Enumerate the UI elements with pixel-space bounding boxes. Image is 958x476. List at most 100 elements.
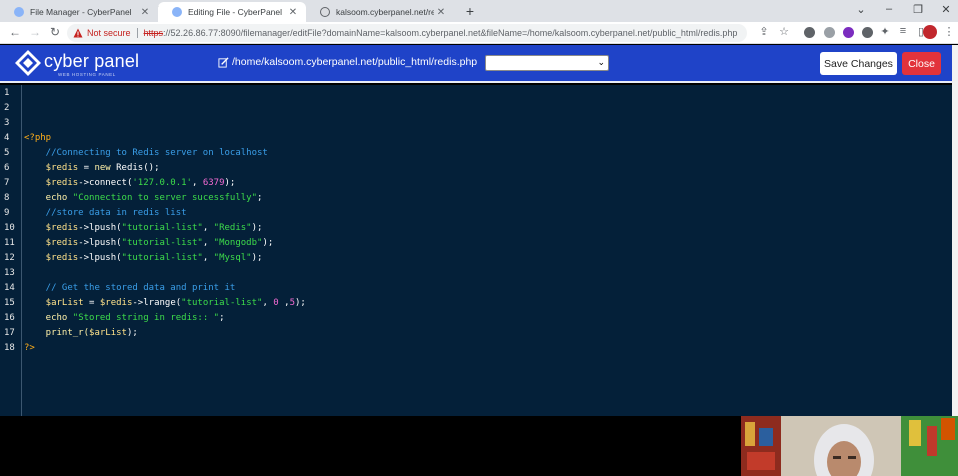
- cyberpanel-logo-icon: [15, 50, 41, 76]
- browser-toolbar: ← → ↻ Not secure https://52.26.86.77:809…: [0, 22, 958, 44]
- code-line[interactable]: 13: [0, 266, 940, 281]
- code-token: $redis: [24, 253, 79, 263]
- code-text: print_r($arList);: [24, 326, 138, 341]
- camera-extension-icon[interactable]: [804, 27, 815, 38]
- tab-close-icon[interactable]: ✕: [138, 7, 152, 18]
- save-changes-button[interactable]: Save Changes: [820, 52, 897, 75]
- editor-mode-select[interactable]: ⌄: [485, 55, 609, 71]
- minimize-icon[interactable]: –: [882, 3, 896, 15]
- code-editor[interactable]: 1 2 3 4 <?php 5 //Connecting to Redis server …: [0, 85, 952, 416]
- code-line[interactable]: 8 echo "Connection to server sucessfully…: [0, 191, 940, 206]
- page-scrollbar-track[interactable]: [952, 45, 958, 416]
- menu-kebab-icon[interactable]: ⋮: [942, 25, 956, 38]
- edit-icon: [218, 56, 229, 68]
- profile-avatar[interactable]: [923, 25, 937, 39]
- code-token: echo: [24, 313, 73, 323]
- line-number: 10: [4, 223, 15, 233]
- tab-title: Editing File - CyberPanel: [188, 7, 283, 17]
- extension-icon[interactable]: [824, 27, 835, 38]
- code-token: ->lpush(: [78, 223, 122, 233]
- new-tab-button[interactable]: +: [463, 3, 477, 19]
- share-icon[interactable]: ⇪: [757, 25, 771, 38]
- tab-favicon-icon: [172, 7, 182, 17]
- line-number: 17: [4, 328, 15, 338]
- code-text: ?>: [24, 341, 35, 356]
- chevron-down-icon: ⌄: [597, 57, 605, 67]
- code-text: $redis->lpush("tutorial-list", "Redis");: [24, 221, 263, 236]
- code-line[interactable]: 10 $redis->lpush("tutorial-list", "Redis…: [0, 221, 940, 236]
- code-token: ->connect(: [78, 178, 133, 188]
- tab-favicon-icon: [14, 7, 24, 17]
- code-token: print_r(: [24, 328, 90, 338]
- window-close-icon[interactable]: ✕: [939, 3, 953, 16]
- code-line[interactable]: 2: [0, 101, 940, 116]
- line-number: 2: [4, 103, 10, 113]
- browser-tab-strip: File Manager - CyberPanel ✕ Editing File…: [0, 0, 958, 22]
- code-token: $redis: [24, 163, 79, 173]
- code-line[interactable]: 15 $arList = $redis->lrange("tutorial-li…: [0, 296, 940, 311]
- code-line[interactable]: 12 $redis->lpush("tutorial-list", "Mysql…: [0, 251, 940, 266]
- warning-triangle-icon: [73, 28, 83, 38]
- code-token: =: [78, 163, 95, 173]
- tab-search-chevron-icon[interactable]: ⌄: [854, 3, 868, 16]
- url-protocol: https: [143, 28, 164, 38]
- code-line[interactable]: 17 print_r($arList);: [0, 326, 940, 341]
- bookmark-star-icon[interactable]: ☆: [777, 25, 791, 38]
- reading-list-icon[interactable]: ≡: [896, 25, 910, 37]
- code-line[interactable]: 3: [0, 116, 940, 131]
- code-token: "tutorial-list": [121, 223, 203, 233]
- code-line[interactable]: 14 // Get the stored data and print it: [0, 281, 940, 296]
- code-token: ;: [219, 313, 225, 323]
- puzzle-icon[interactable]: ✦: [878, 25, 892, 38]
- code-token: new: [94, 163, 111, 173]
- code-token: "Mysql": [213, 253, 252, 263]
- address-bar[interactable]: Not secure https://52.26.86.77:8090/file…: [67, 24, 747, 42]
- code-token: echo: [24, 193, 73, 203]
- code-token: ,: [202, 238, 214, 248]
- brand-tagline: WEB HOSTING PANEL: [58, 72, 116, 77]
- purple-extension-icon[interactable]: [843, 27, 854, 38]
- code-text: <?php: [24, 131, 51, 146]
- tab-close-icon[interactable]: ✕: [286, 7, 300, 18]
- tab-title: kalsoom.cyberpanel.net/redis.php: [336, 7, 434, 17]
- code-line[interactable]: 5 //Connecting to Redis server on localh…: [0, 146, 940, 161]
- code-token: Redis();: [110, 163, 160, 173]
- code-line[interactable]: 4 <?php: [0, 131, 940, 146]
- code-line[interactable]: 16 echo "Stored string in redis:: ";: [0, 311, 940, 326]
- code-token: =: [83, 298, 100, 308]
- code-token: ,: [278, 298, 290, 308]
- tab-file-manager[interactable]: File Manager - CyberPanel ✕: [0, 2, 158, 22]
- close-button[interactable]: Close: [902, 52, 941, 75]
- code-token: );: [294, 298, 306, 308]
- code-line[interactable]: 18 ?>: [0, 341, 940, 356]
- code-token: );: [126, 328, 138, 338]
- code-text: $redis->connect('127.0.0.1', 6379);: [24, 176, 236, 191]
- code-line[interactable]: 1: [0, 86, 940, 101]
- code-token: );: [251, 253, 263, 263]
- tab-close-icon[interactable]: ✕: [434, 7, 448, 18]
- code-token: //store data in redis list: [24, 208, 187, 218]
- reload-icon[interactable]: ↻: [48, 25, 62, 39]
- code-token: //Connecting to Redis server on localhos…: [24, 148, 268, 158]
- code-text: //Connecting to Redis server on localhos…: [24, 146, 268, 161]
- code-text: $redis->lpush("tutorial-list", "Mongodb"…: [24, 236, 274, 251]
- tab-editing-file[interactable]: Editing File - CyberPanel ✕: [158, 2, 306, 22]
- code-text: echo "Stored string in redis:: ";: [24, 311, 225, 326]
- line-number: 5: [4, 148, 10, 158]
- code-line[interactable]: 7 $redis->connect('127.0.0.1', 6379);: [0, 176, 940, 191]
- line-number: 8: [4, 193, 10, 203]
- code-token: );: [251, 223, 263, 233]
- globe-icon: [320, 7, 330, 17]
- maximize-icon[interactable]: ❐: [911, 3, 925, 16]
- code-token: $redis: [99, 298, 133, 308]
- code-line[interactable]: 9 //store data in redis list: [0, 206, 940, 221]
- gear-extension-icon[interactable]: [862, 27, 873, 38]
- forward-arrow-icon[interactable]: →: [28, 25, 42, 39]
- code-line[interactable]: 6 $redis = new Redis();: [0, 161, 940, 176]
- back-arrow-icon[interactable]: ←: [8, 25, 22, 39]
- line-number: 12: [4, 253, 15, 263]
- code-token: ->lpush(: [78, 253, 122, 263]
- code-line[interactable]: 11 $redis->lpush("tutorial-list", "Mongo…: [0, 236, 940, 251]
- code-token: );: [262, 238, 274, 248]
- tab-redis-php[interactable]: kalsoom.cyberpanel.net/redis.php ✕: [306, 2, 454, 22]
